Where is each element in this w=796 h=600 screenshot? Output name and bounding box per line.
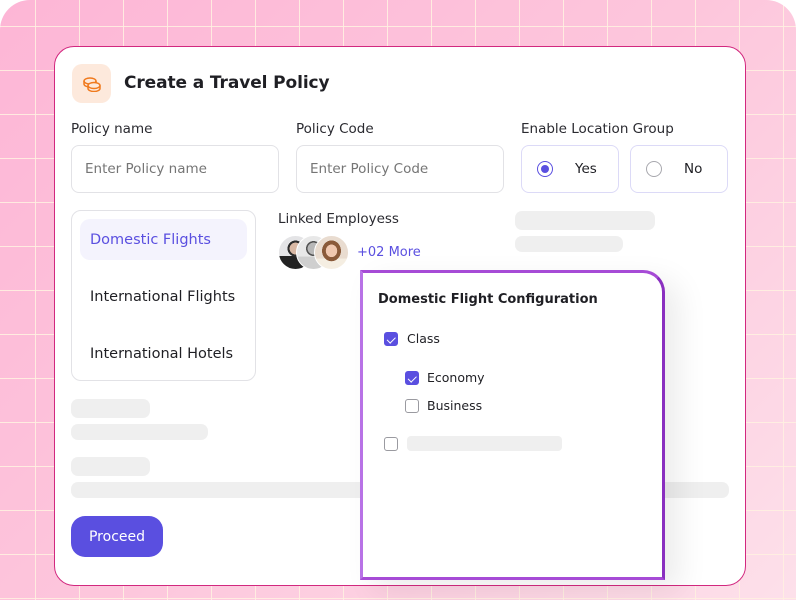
skeleton-line <box>515 211 655 230</box>
policy-code-input[interactable] <box>296 145 504 193</box>
config-panel-title: Domestic Flight Configuration <box>378 292 598 307</box>
avatar[interactable] <box>314 235 349 270</box>
skeleton-line <box>71 424 208 440</box>
class-label: Class <box>407 331 440 346</box>
radio-yes-label: Yes <box>575 161 597 177</box>
category-international-hotels[interactable]: International Hotels <box>80 333 247 374</box>
domestic-flight-config-panel: Domestic Flight Configuration Class Econ… <box>360 270 665 580</box>
location-group-label: Enable Location Group <box>521 121 674 137</box>
policy-name-label: Policy name <box>71 121 153 137</box>
category-menu: Domestic Flights International Flights I… <box>71 210 256 381</box>
proceed-button[interactable]: Proceed <box>71 516 163 557</box>
class-checkbox[interactable] <box>384 332 398 346</box>
coins-icon <box>72 64 111 103</box>
policy-code-label: Policy Code <box>296 121 374 137</box>
economy-label: Economy <box>427 370 485 385</box>
skeleton-line <box>71 399 150 418</box>
business-checkbox[interactable] <box>405 399 419 413</box>
radio-selected-icon[interactable] <box>537 161 553 177</box>
skeleton-line <box>407 436 562 451</box>
economy-checkbox[interactable] <box>405 371 419 385</box>
business-label: Business <box>427 398 483 413</box>
location-group-yes-option[interactable]: Yes <box>521 145 619 193</box>
skeleton-line <box>71 457 150 476</box>
placeholder-checkbox[interactable] <box>384 437 398 451</box>
employee-avatars[interactable] <box>278 235 358 271</box>
radio-unselected-icon[interactable] <box>646 161 662 177</box>
policy-name-input[interactable] <box>71 145 279 193</box>
skeleton-line <box>515 236 623 252</box>
category-international-flights[interactable]: International Flights <box>80 276 247 317</box>
linked-employees-label: Linked Employess <box>278 211 399 227</box>
page-title: Create a Travel Policy <box>124 73 330 93</box>
radio-no-label: No <box>684 161 703 177</box>
category-domestic-flights[interactable]: Domestic Flights <box>80 219 247 260</box>
more-employees-link[interactable]: +02 More <box>357 245 421 260</box>
location-group-no-option[interactable]: No <box>630 145 728 193</box>
